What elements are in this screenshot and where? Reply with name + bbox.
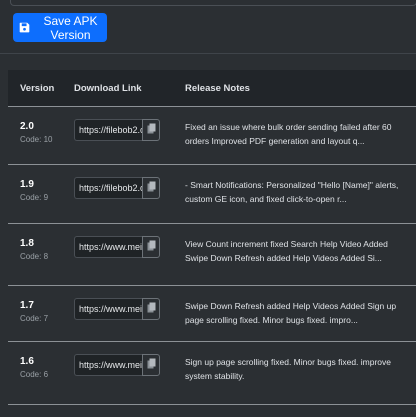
table-header: Version Download Link Release Notes — [8, 70, 416, 106]
header-version: Version — [20, 82, 55, 94]
floppy-disk-icon — [19, 22, 30, 33]
release-notes: Fixed an issue where bulk order sending … — [185, 122, 392, 146]
copy-link-button[interactable] — [142, 236, 160, 258]
download-link-field[interactable]: https://www.mei — [74, 298, 142, 320]
version-cell: 1.7 Code: 7 — [8, 286, 64, 325]
copy-link-button[interactable] — [142, 354, 160, 376]
download-link-cell: https://www.mei — [64, 342, 174, 376]
release-notes: Sign up page scrolling fixed. Minor bugs… — [185, 357, 391, 381]
release-notes: - Smart Notifications: Personalized "Hel… — [185, 180, 399, 204]
versions-table: Version Download Link Release Notes 2.0 … — [8, 70, 416, 405]
table-row: 2.0 Code: 10 https://filebob2.c Fixed an… — [8, 106, 416, 164]
copy-link-button[interactable] — [142, 298, 160, 320]
version-number: 1.8 — [20, 238, 34, 249]
header-download-link: Download Link — [74, 82, 142, 94]
version-code: Code: 7 — [20, 314, 49, 323]
version-number: 1.9 — [20, 179, 34, 190]
version-code: Code: 10 — [20, 135, 53, 144]
table-row: 1.8 Code: 8 https://www.mei View Count i… — [8, 223, 416, 285]
table-row: 1.7 Code: 7 https://www.mei Swipe Down R… — [8, 285, 416, 341]
table-row: 1.6 Code: 6 https://www.mei Sign up page… — [8, 341, 416, 405]
version-code: Code: 9 — [20, 193, 49, 202]
copy-icon — [147, 356, 156, 374]
version-number: 1.6 — [20, 356, 34, 367]
release-notes: View Count increment fixed Search Help V… — [185, 239, 388, 263]
download-link-group: https://www.mei — [74, 354, 174, 376]
copy-link-button[interactable] — [142, 177, 160, 199]
copy-link-button[interactable] — [142, 119, 160, 141]
apk-versions-page: Save APK Version Version Download Link R… — [0, 0, 416, 417]
save-apk-version-button[interactable]: Save APK Version — [13, 13, 107, 42]
header-release-notes: Release Notes — [185, 82, 250, 94]
version-cell: 1.6 Code: 6 — [8, 342, 64, 381]
version-cell: 1.8 Code: 8 — [8, 224, 64, 263]
version-code: Code: 6 — [20, 370, 49, 379]
download-link-cell: https://www.mei — [64, 286, 174, 320]
version-number: 2.0 — [20, 121, 34, 132]
download-link-group: https://www.mei — [74, 298, 174, 320]
download-link-cell: https://www.mei — [64, 224, 174, 258]
download-link-group: https://filebob2.c — [74, 177, 174, 199]
version-cell: 2.0 Code: 10 — [8, 107, 64, 146]
copy-icon — [147, 238, 156, 256]
table-row: 1.9 Code: 9 https://filebob2.c - Smart N… — [8, 164, 416, 223]
download-link-field[interactable]: https://filebob2.c — [74, 177, 142, 199]
top-form-field[interactable] — [10, 0, 416, 6]
version-number: 1.7 — [20, 300, 34, 311]
copy-icon — [147, 300, 156, 318]
version-code: Code: 8 — [20, 252, 49, 261]
version-cell: 1.9 Code: 9 — [8, 165, 64, 204]
section-divider — [0, 53, 416, 54]
copy-icon — [147, 121, 156, 139]
download-link-group: https://filebob2.c — [74, 119, 174, 141]
download-link-cell: https://filebob2.c — [64, 107, 174, 141]
download-link-cell: https://filebob2.c — [64, 165, 174, 199]
copy-icon — [147, 179, 156, 197]
save-button-label: Save APK Version — [43, 13, 98, 42]
download-link-field[interactable]: https://www.mei — [74, 354, 142, 376]
download-link-field[interactable]: https://filebob2.c — [74, 119, 142, 141]
download-link-group: https://www.mei — [74, 236, 174, 258]
release-notes: Swipe Down Refresh added Help Videos Add… — [185, 301, 397, 325]
download-link-field[interactable]: https://www.mei — [74, 236, 142, 258]
